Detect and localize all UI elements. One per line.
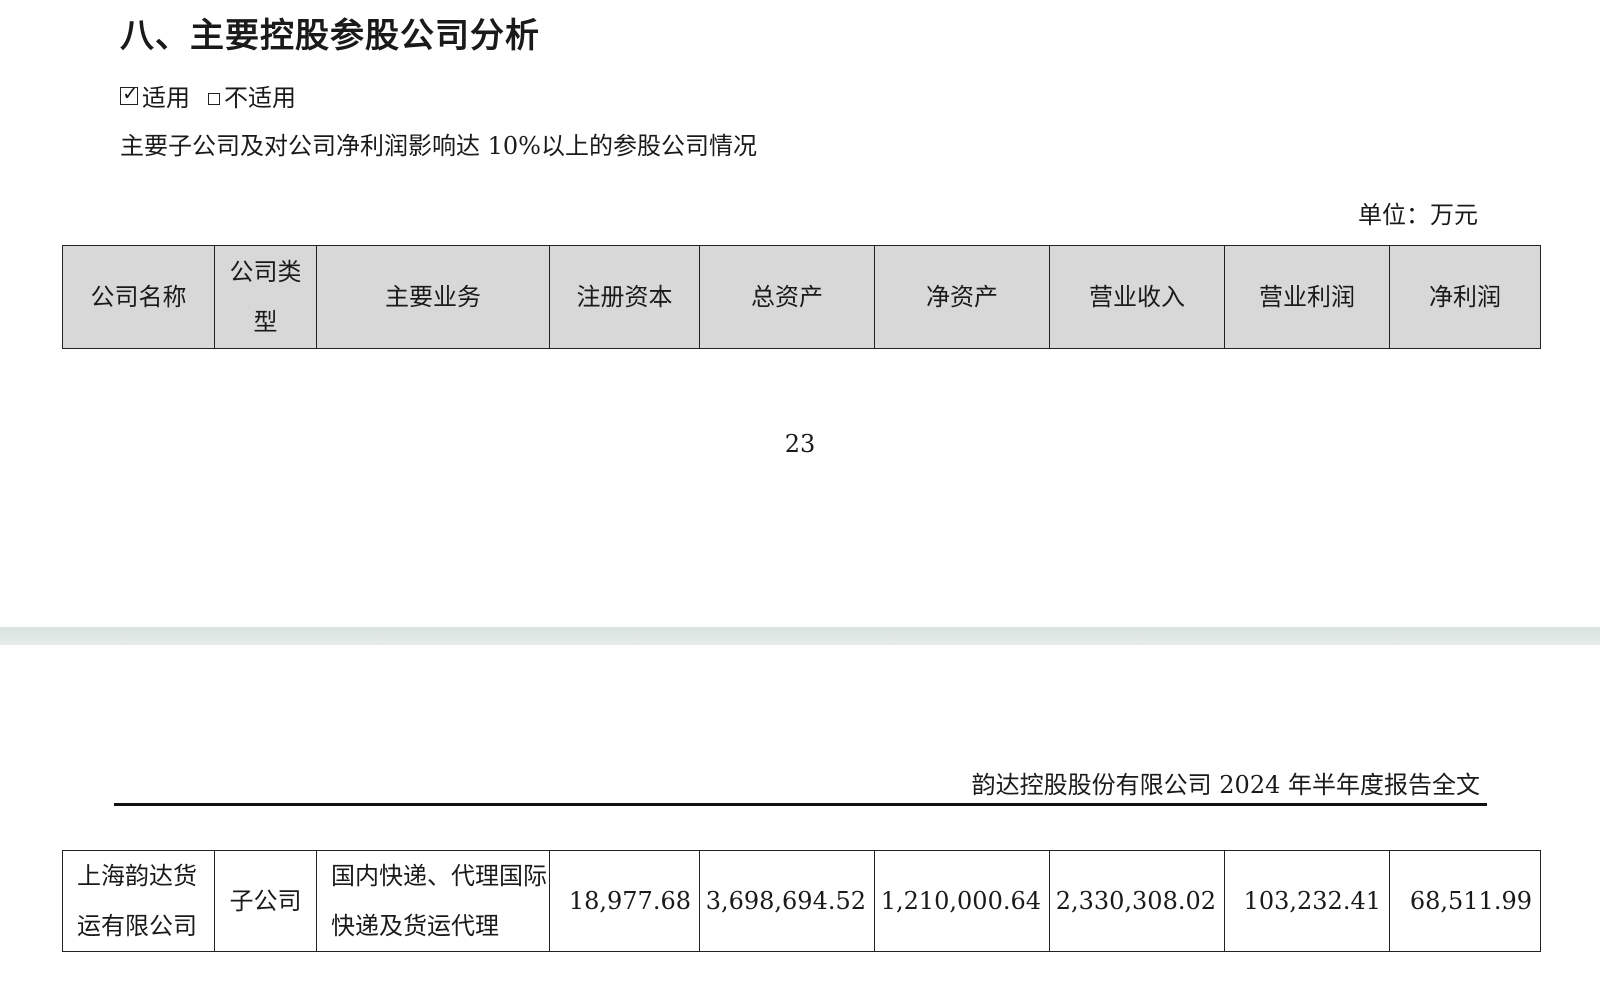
cell-registered-capital: 18,977.68 bbox=[549, 850, 700, 952]
not-applicable-checkbox[interactable] bbox=[208, 92, 220, 105]
cell-total-assets: 3,698,694.52 bbox=[699, 850, 875, 952]
cell-net-profit: 68,511.99 bbox=[1389, 850, 1541, 952]
cell-revenue: 2,330,308.02 bbox=[1049, 850, 1225, 952]
header-company-name: 公司名称 bbox=[62, 245, 215, 349]
cell-operating-profit: 103,232.41 bbox=[1224, 850, 1390, 952]
applicable-label: 适用 bbox=[142, 84, 190, 112]
applicability-options: ✓ 适用 不适用 bbox=[120, 78, 296, 113]
subsidiaries-table-body: 上海韵达货运有限公司 子公司 国内快递、代理国际快递及货运代理 18,977.6… bbox=[62, 850, 1541, 952]
header-net-profit: 净利润 bbox=[1389, 245, 1541, 349]
header-net-assets: 净资产 bbox=[874, 245, 1050, 349]
table-row: 上海韵达货运有限公司 子公司 国内快递、代理国际快递及货运代理 18,977.6… bbox=[62, 850, 1541, 952]
not-applicable-label: 不适用 bbox=[224, 84, 296, 112]
applicable-checkbox[interactable]: ✓ bbox=[120, 81, 139, 105]
header-operating-profit: 营业利润 bbox=[1224, 245, 1390, 349]
page-separator bbox=[0, 627, 1600, 645]
header-company-type-line1: 公司类 bbox=[229, 258, 302, 286]
unit-label: 单位：万元 bbox=[1358, 201, 1478, 229]
header-main-business: 主要业务 bbox=[316, 245, 550, 349]
page-number: 23 bbox=[784, 430, 816, 458]
section-heading: 八、主要控股参股公司分析 bbox=[120, 16, 540, 56]
cell-net-assets: 1,210,000.64 bbox=[874, 850, 1050, 952]
cell-company-type: 子公司 bbox=[214, 850, 317, 952]
cell-company-name: 上海韵达货运有限公司 bbox=[62, 850, 215, 952]
header-total-assets: 总资产 bbox=[699, 245, 875, 349]
header-company-type-line2: 型 bbox=[253, 308, 278, 336]
header-company-type: 公司类型 bbox=[214, 245, 317, 349]
subsidiaries-table-header: 公司名称 公司类型 主要业务 注册资本 总资产 净资产 营业收入 营业利润 净利… bbox=[62, 245, 1541, 349]
header-revenue: 营业收入 bbox=[1049, 245, 1225, 349]
cell-main-business: 国内快递、代理国际快递及货运代理 bbox=[316, 850, 550, 952]
intro-text: 主要子公司及对公司净利润影响达 10%以上的参股公司情况 bbox=[120, 132, 757, 160]
header-registered-capital: 注册资本 bbox=[549, 245, 700, 349]
checkmark-icon: ✓ bbox=[122, 80, 139, 105]
running-header: 韵达控股股份有限公司 2024 年半年度报告全文 bbox=[971, 771, 1480, 799]
header-rule bbox=[114, 803, 1487, 806]
